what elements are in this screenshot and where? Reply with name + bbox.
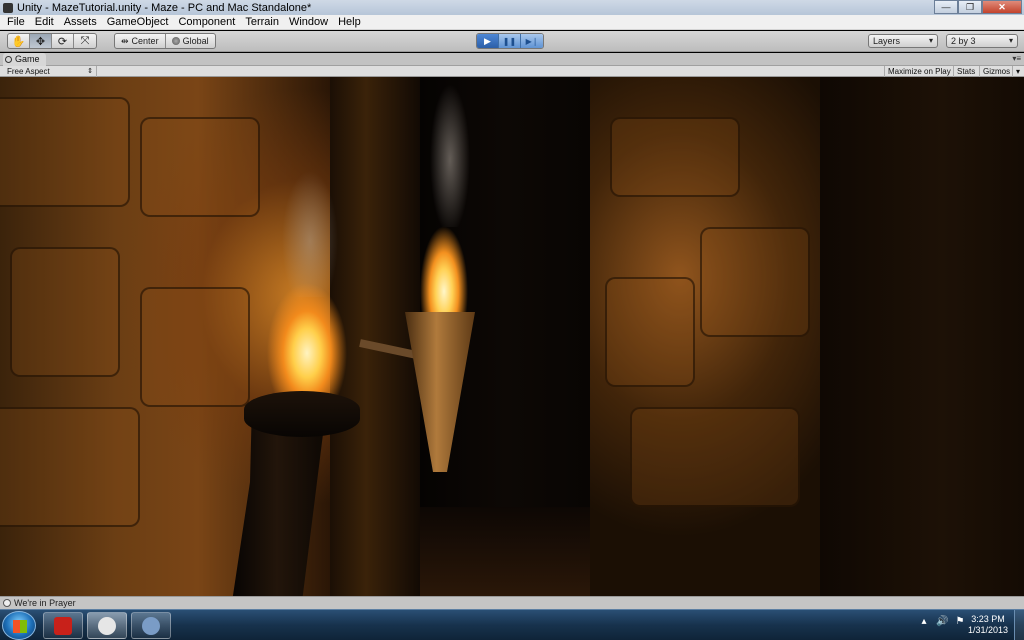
- stone-block: [10, 247, 120, 377]
- menu-terrain[interactable]: Terrain: [240, 15, 284, 30]
- windows-taskbar: ▴ 🔊 ⚑ 3:23 PM 1/31/2013: [0, 609, 1024, 640]
- windows-logo-icon: [13, 620, 27, 633]
- system-tray: ▴ 🔊 ⚑: [918, 616, 966, 627]
- chevron-updown-icon: ⇕: [87, 68, 93, 75]
- stone-block: [140, 117, 260, 217]
- task-app-adobe[interactable]: [43, 612, 83, 639]
- stone-block: [140, 287, 250, 407]
- rotate-tool-button[interactable]: ⟳: [52, 34, 74, 48]
- start-button[interactable]: [2, 611, 36, 640]
- pivot-global-label: Global: [182, 36, 209, 46]
- clock-date: 1/31/2013: [967, 625, 1009, 635]
- stats-toggle[interactable]: Stats: [953, 66, 978, 77]
- adobe-icon: [54, 616, 72, 635]
- stone-block: [700, 227, 810, 337]
- torch-flame-left: [252, 227, 362, 407]
- unity-logo-icon: [3, 2, 13, 13]
- layers-dropdown[interactable]: Layers ▾: [868, 34, 938, 48]
- shadowed-wall: [820, 77, 1024, 596]
- taskbar-clock[interactable]: 3:23 PM 1/31/2013: [964, 614, 1012, 636]
- title-bar: Unity - MazeTutorial.unity - Maze - PC a…: [0, 0, 1024, 15]
- volume-icon[interactable]: 🔊: [936, 616, 948, 627]
- menu-gameobject[interactable]: GameObject: [102, 15, 174, 30]
- scale-tool-button[interactable]: ⤧: [74, 34, 96, 48]
- close-button[interactable]: ✕: [982, 0, 1022, 14]
- pause-button[interactable]: ❚❚: [499, 34, 521, 48]
- play-icon: ▶: [484, 35, 491, 46]
- torch-flame-right: [412, 187, 476, 332]
- game-view-toolbar: Free Aspect ⇕ Maximize on Play Stats Giz…: [0, 66, 1024, 77]
- menu-bar: File Edit Assets GameObject Component Te…: [0, 15, 1024, 30]
- info-icon: [3, 599, 11, 607]
- menu-window[interactable]: Window: [284, 15, 333, 30]
- torch-cup-left: [244, 391, 360, 437]
- menu-edit[interactable]: Edit: [30, 15, 59, 30]
- tab-menu-icon[interactable]: ▾≡: [1012, 54, 1021, 63]
- maximize-button[interactable]: ❐: [958, 0, 982, 14]
- menu-component[interactable]: Component: [173, 15, 240, 30]
- transform-tools: ✋ ✥ ⟳ ⤧: [7, 33, 97, 49]
- stone-block: [610, 117, 740, 197]
- game-viewport[interactable]: [0, 77, 1024, 596]
- game-tab-icon: [5, 56, 12, 63]
- stone-wall-right: [590, 77, 820, 596]
- clock-time: 3:23 PM: [971, 614, 1005, 624]
- layers-label: Layers: [873, 36, 901, 46]
- scale-tool-icon: ⤧: [80, 34, 90, 47]
- rotate-tool-icon: ⟳: [57, 35, 68, 48]
- menu-assets[interactable]: Assets: [59, 15, 102, 30]
- tab-game[interactable]: Game: [3, 53, 46, 66]
- hand-tool-icon: ✋: [11, 35, 26, 48]
- menu-help[interactable]: Help: [333, 15, 366, 30]
- layout-label: 2 by 3: [951, 36, 976, 46]
- tab-game-label: Game: [15, 54, 40, 64]
- pivot-tools: ⇹ Center Global: [114, 33, 216, 49]
- window-title: Unity - MazeTutorial.unity - Maze - PC a…: [17, 1, 312, 14]
- hand-tool-button[interactable]: ✋: [8, 34, 30, 48]
- status-bar: We're in Prayer: [0, 596, 1024, 609]
- aspect-label: Free Aspect: [7, 67, 50, 76]
- toolbar: ✋ ✥ ⟳ ⤧ ⇹ Center Global ▶ ❚❚ ▶❘ Layers ▾…: [0, 31, 1024, 52]
- menu-file[interactable]: File: [2, 15, 30, 30]
- move-tool-button[interactable]: ✥: [30, 34, 52, 48]
- pivot-icon: ⇹: [121, 35, 129, 46]
- monodevelop-icon: [142, 616, 160, 635]
- maximize-on-play-toggle[interactable]: Maximize on Play: [884, 66, 954, 77]
- stone-block: [630, 407, 800, 507]
- pivot-global-button[interactable]: Global: [166, 34, 215, 48]
- globe-icon: [171, 37, 180, 45]
- window-controls: — ❐ ✕: [934, 0, 1022, 14]
- minimize-button[interactable]: —: [934, 0, 958, 14]
- aspect-dropdown[interactable]: Free Aspect ⇕: [3, 66, 97, 77]
- task-app-unity[interactable]: [87, 612, 127, 639]
- chevron-down-icon: ▾: [1008, 36, 1013, 45]
- step-icon: ▶❘: [525, 36, 539, 46]
- unity-icon: [98, 616, 116, 635]
- game-tab-bar: Game ▾≡: [0, 53, 1024, 66]
- pivot-center-button[interactable]: ⇹ Center: [115, 34, 166, 48]
- playback-controls: ▶ ❚❚ ▶❘: [476, 33, 544, 49]
- stone-block: [0, 407, 140, 527]
- move-tool-icon: ✥: [35, 35, 46, 48]
- task-app-monodevelop[interactable]: [131, 612, 171, 639]
- tray-expand-icon[interactable]: ▴: [918, 616, 930, 627]
- layout-dropdown[interactable]: 2 by 3 ▾: [946, 34, 1018, 48]
- pivot-center-label: Center: [131, 36, 159, 46]
- chevron-down-icon: ▾: [928, 36, 933, 45]
- step-button[interactable]: ▶❘: [521, 34, 543, 48]
- stone-block: [605, 277, 695, 387]
- pause-icon: ❚❚: [502, 36, 517, 46]
- stone-block: [0, 97, 130, 207]
- play-button[interactable]: ▶: [477, 34, 499, 48]
- gizmos-dropdown-icon[interactable]: ▾: [1012, 66, 1023, 77]
- show-desktop-button[interactable]: [1014, 610, 1024, 640]
- gizmos-toggle[interactable]: Gizmos: [979, 66, 1013, 77]
